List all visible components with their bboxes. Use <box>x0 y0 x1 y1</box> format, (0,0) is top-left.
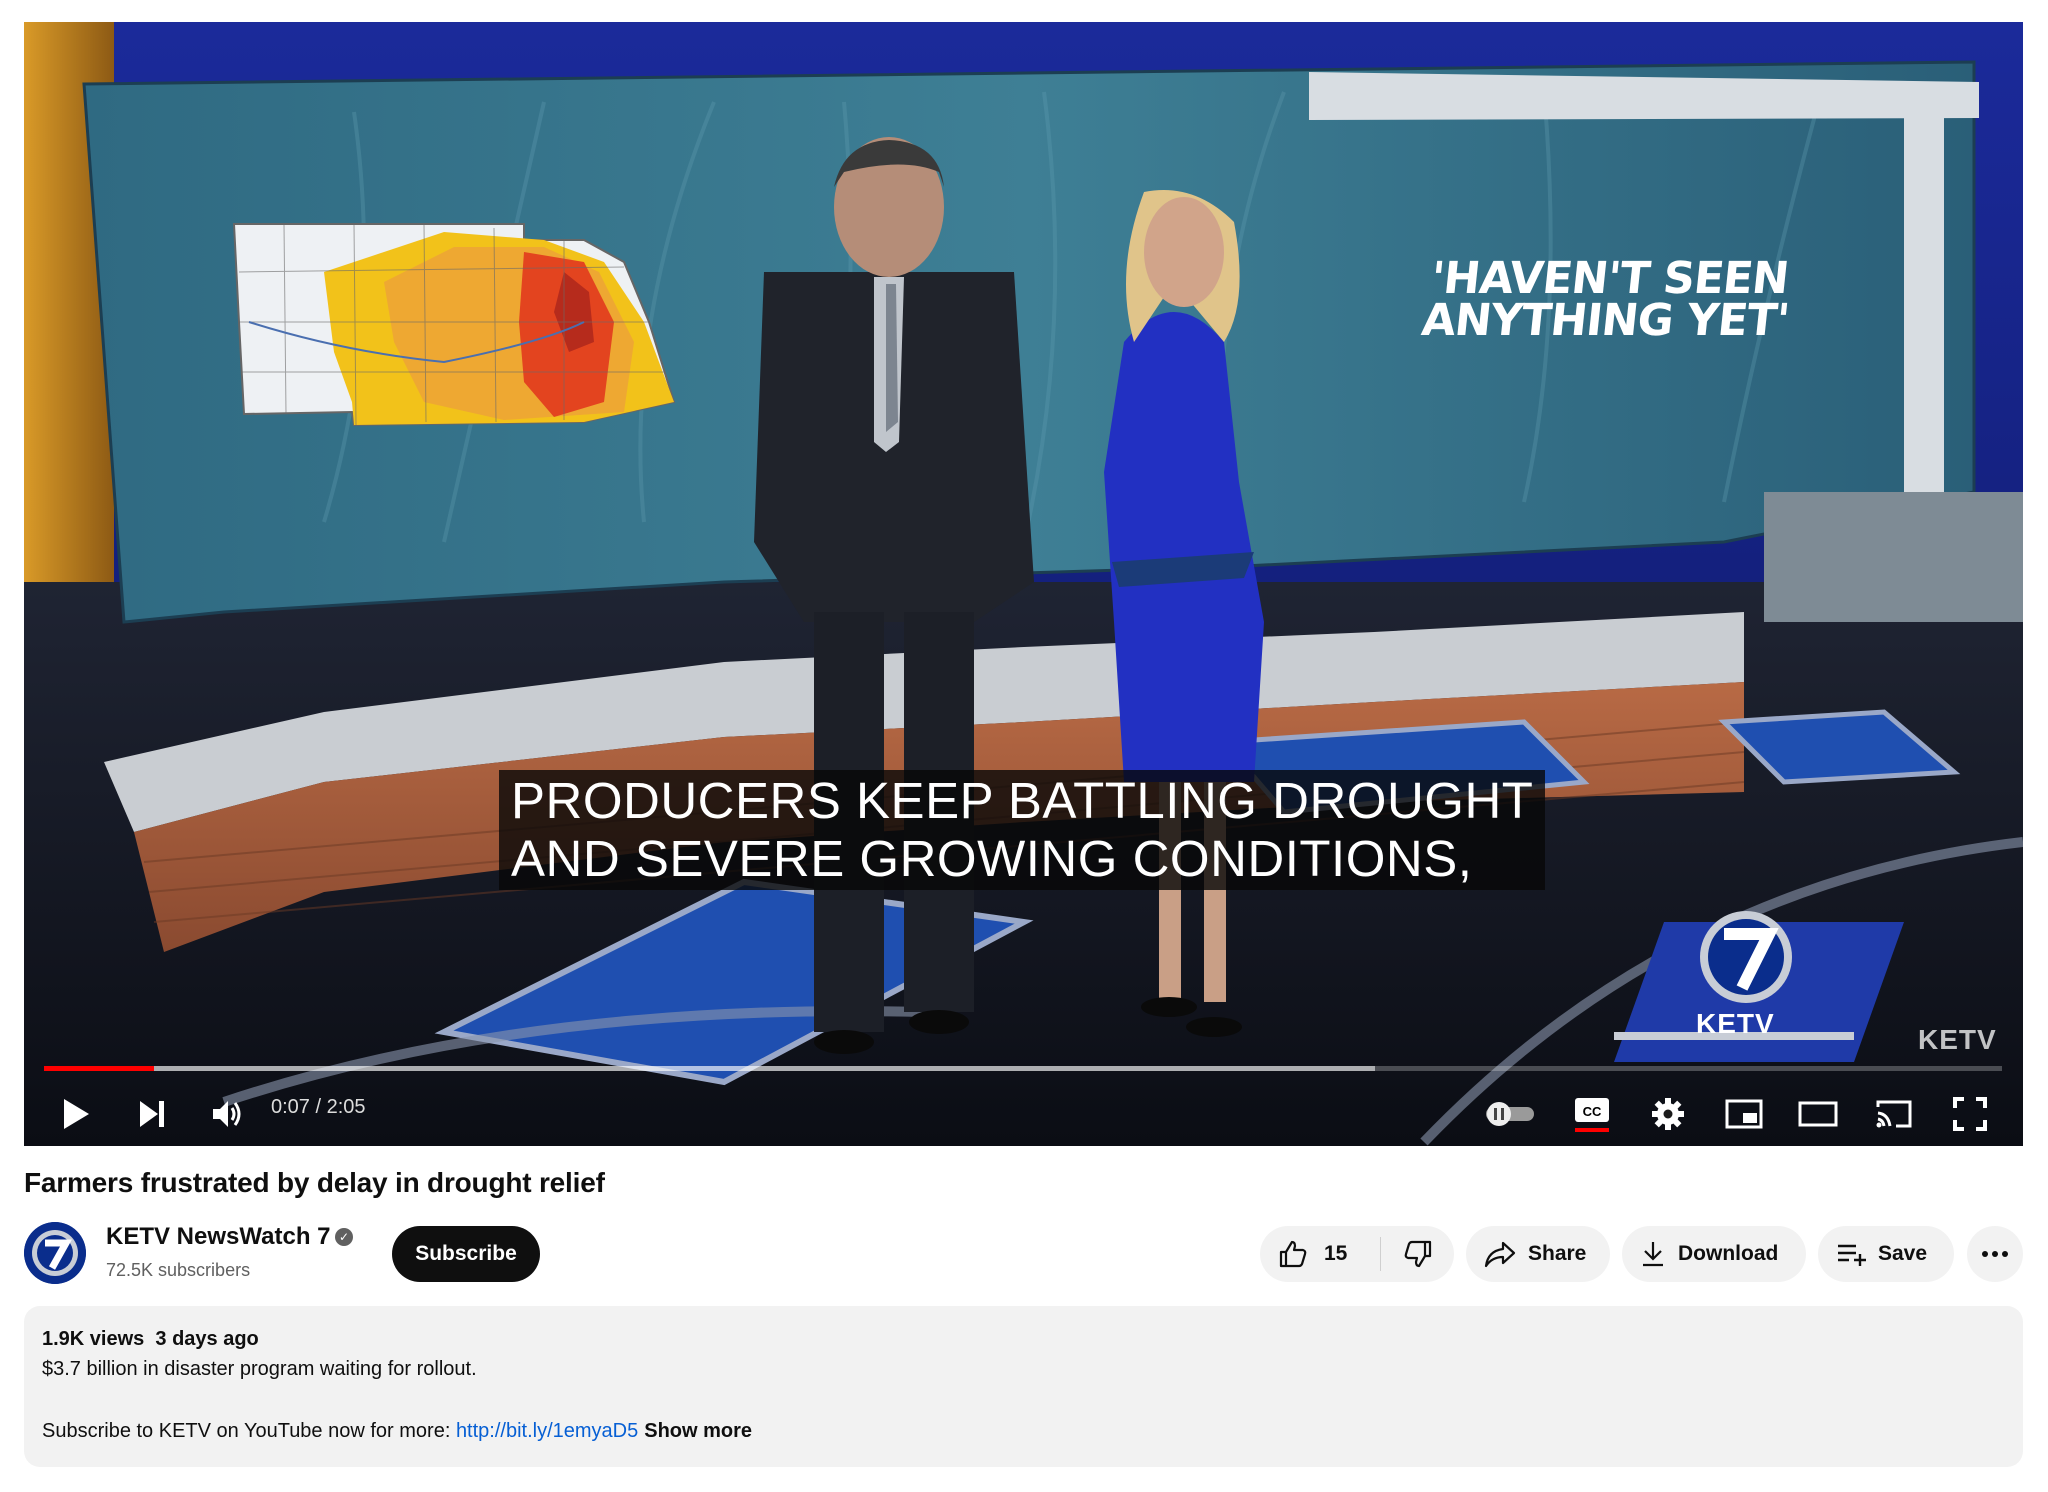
verified-check-icon: ✓ <box>335 1228 353 1246</box>
download-button[interactable]: Download <box>1622 1226 1806 1282</box>
svg-text:CC: CC <box>1583 1104 1602 1119</box>
description-link[interactable]: http://bit.ly/1emyaD5 <box>456 1420 638 1442</box>
share-label: Share <box>1528 1242 1587 1265</box>
graphic-line-1: 'HAVEN'T SEEN <box>1428 253 1791 304</box>
like-count: 15 <box>1324 1242 1348 1265</box>
channel-avatar[interactable] <box>24 1222 86 1284</box>
share-arrow-icon <box>1484 1241 1516 1268</box>
skip-next-icon <box>140 1101 164 1127</box>
more-horizontal-icon <box>1982 1251 2008 1257</box>
theater-mode-icon <box>1798 1101 1838 1127</box>
fullscreen-button[interactable] <box>1946 1090 1994 1138</box>
add-to-playlist-icon <box>1838 1244 1866 1266</box>
fullscreen-icon <box>1953 1097 1987 1131</box>
like-button[interactable]: 15 <box>1260 1226 1380 1282</box>
download-icon <box>1643 1242 1663 1267</box>
gear-icon <box>1652 1098 1684 1130</box>
video-frame <box>24 22 2023 1146</box>
settings-button[interactable] <box>1644 1090 1692 1138</box>
mute-button[interactable] <box>204 1090 252 1138</box>
more-actions-button[interactable] <box>1967 1226 2023 1282</box>
progress-buffered <box>44 1066 1375 1071</box>
volume-icon <box>213 1101 241 1127</box>
download-label: Download <box>1678 1242 1779 1265</box>
description-subscribe-line: Subscribe to KETV on YouTube now for mor… <box>42 1420 752 1443</box>
miniplayer-button[interactable] <box>1720 1090 1768 1138</box>
autoplay-toggle-icon <box>1486 1102 1534 1126</box>
miniplayer-icon <box>1725 1099 1763 1129</box>
closed-caption: PRODUCERS KEEP BATTLING DROUGHT AND SEVE… <box>499 770 1546 890</box>
subscribe-button[interactable]: Subscribe <box>392 1226 540 1282</box>
subtitles-button[interactable]: CC <box>1568 1090 1616 1138</box>
like-dislike-group: 15 <box>1260 1226 1454 1282</box>
description-box[interactable]: 1.9K views 3 days ago $3.7 billion in di… <box>24 1306 2023 1467</box>
video-title: Farmers frustrated by delay in drought r… <box>24 1167 605 1198</box>
autoplay-toggle[interactable] <box>1480 1090 1540 1138</box>
closed-captions-icon: CC <box>1575 1098 1609 1132</box>
cast-icon <box>1876 1100 1912 1128</box>
next-video-button[interactable] <box>130 1090 174 1138</box>
progress-played <box>44 1066 154 1071</box>
dislike-button[interactable] <box>1381 1226 1454 1282</box>
save-label: Save <box>1878 1242 1928 1265</box>
thumbs-up-icon <box>1279 1240 1307 1268</box>
graphic-line-2: ANYTHING YET' <box>1419 295 1792 346</box>
share-button[interactable]: Share <box>1466 1226 1610 1282</box>
channel-watermark: KETV <box>1918 1024 1997 1055</box>
caption-line-2: AND SEVERE GROWING CONDITIONS, <box>511 830 1473 887</box>
station-logo-text: KETV <box>1696 1008 1775 1039</box>
play-button[interactable] <box>54 1090 98 1138</box>
play-icon <box>64 1099 89 1129</box>
description-text: $3.7 billion in disaster program waiting… <box>42 1358 477 1380</box>
caption-line-1: PRODUCERS KEEP BATTLING DROUGHT <box>511 772 1534 829</box>
video-player[interactable]: 'HAVEN'T SEEN ANYTHING YET' KETV KETV PR… <box>24 22 2023 1146</box>
cast-button[interactable] <box>1870 1090 1918 1138</box>
show-more-button[interactable]: Show more <box>644 1420 752 1442</box>
view-count-and-date: 1.9K views 3 days ago <box>42 1328 259 1350</box>
on-screen-graphic-text: 'HAVEN'T SEEN ANYTHING YET' <box>1419 253 1795 346</box>
subscriber-count: 72.5K subscribers <box>106 1260 251 1280</box>
thumbs-down-icon <box>1404 1240 1431 1268</box>
time-display: 0:07 / 2:05 <box>271 1096 366 1118</box>
channel-logo-icon <box>24 1222 86 1284</box>
theater-mode-button[interactable] <box>1794 1090 1842 1138</box>
channel-name[interactable]: KETV NewsWatch 7 <box>106 1223 331 1251</box>
description-subscribe-text: Subscribe to KETV on YouTube now for mor… <box>42 1420 456 1442</box>
save-button[interactable]: Save <box>1818 1226 1954 1282</box>
